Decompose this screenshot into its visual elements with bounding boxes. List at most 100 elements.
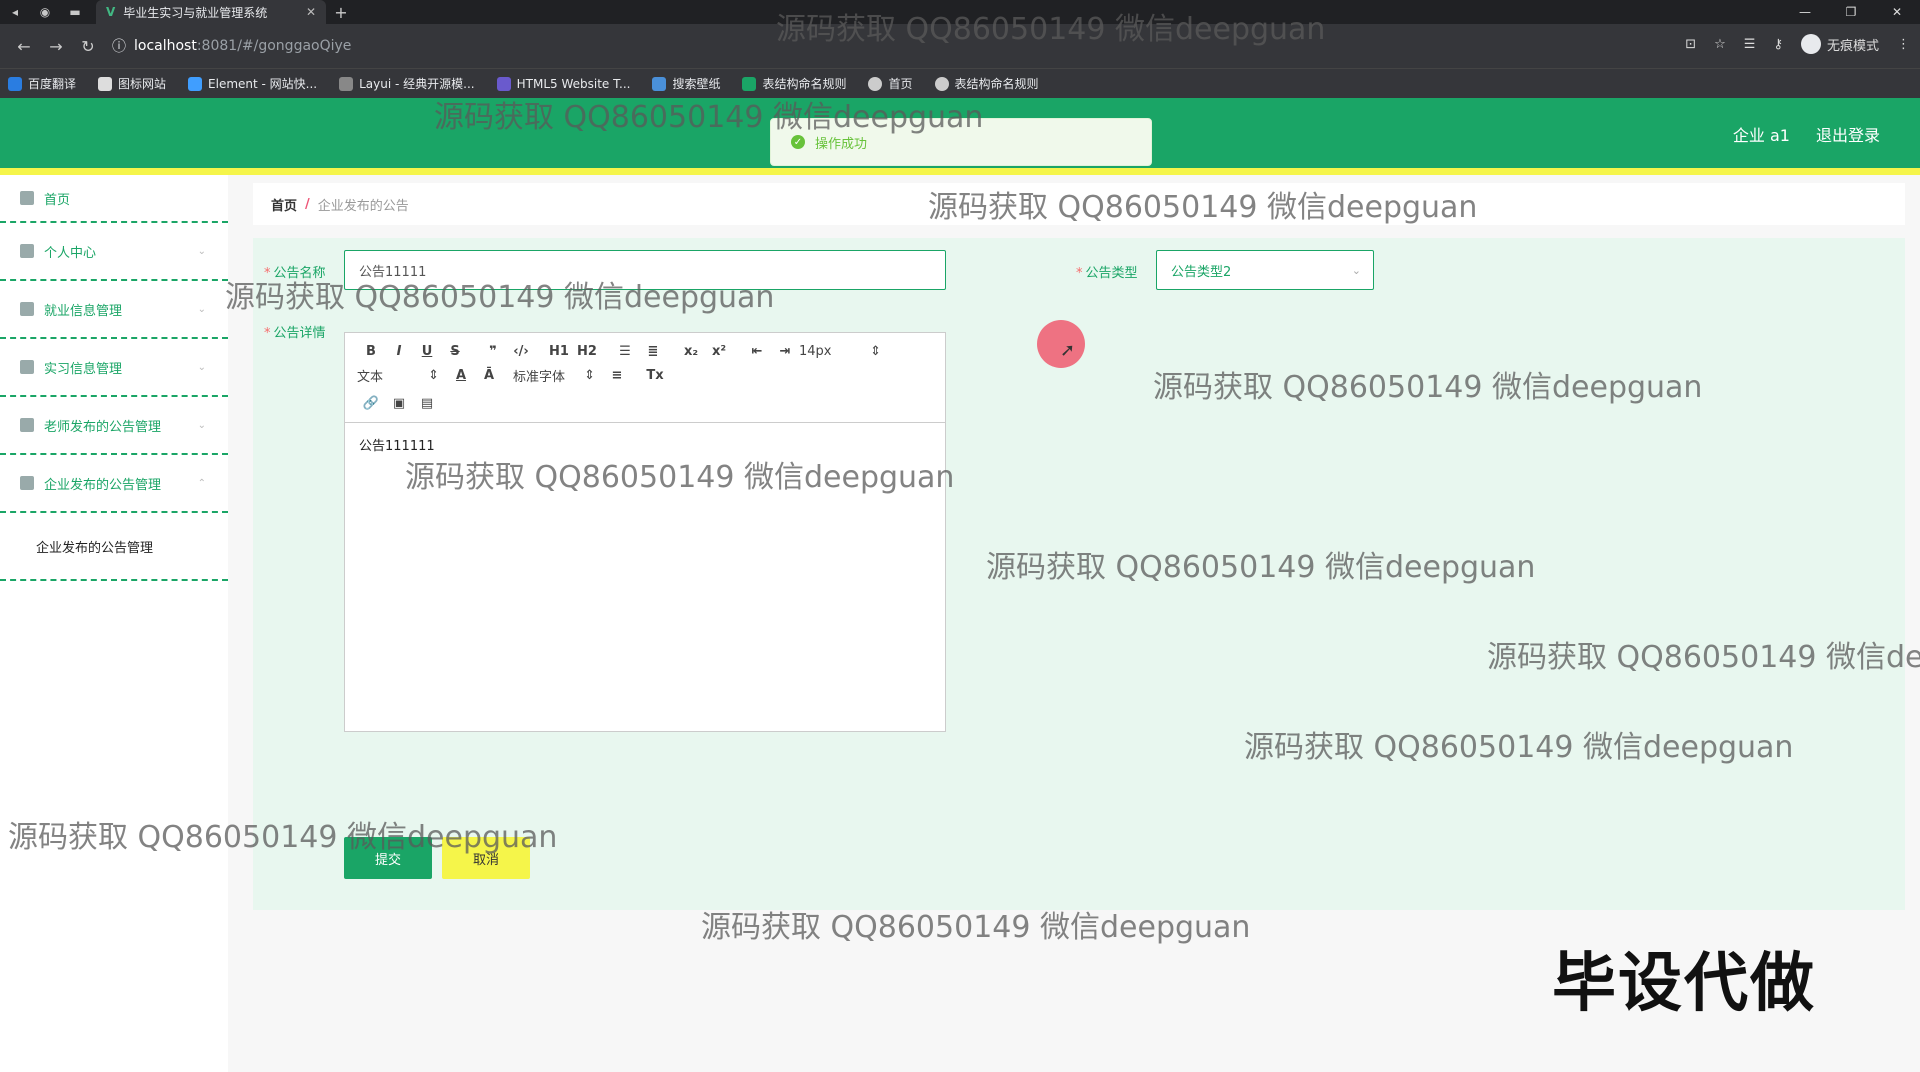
incognito-icon bbox=[1800, 34, 1821, 54]
translate-icon[interactable]: ⊡ bbox=[1685, 37, 1696, 52]
font-family-select[interactable]: 标准字体 ⇕ bbox=[513, 365, 603, 385]
bookmark-item[interactable]: 表结构命名规则 bbox=[934, 75, 1039, 92]
link-icon[interactable]: 🔗 bbox=[357, 393, 385, 413]
strikethrough-icon[interactable]: S bbox=[441, 341, 469, 361]
chevron-down-icon: ⌄ bbox=[197, 361, 206, 373]
underline-icon[interactable]: U bbox=[413, 341, 441, 361]
outdent-icon[interactable]: ⇤ bbox=[743, 341, 771, 361]
sheet-bookmark-icon bbox=[742, 76, 757, 91]
element-bookmark-icon bbox=[188, 76, 203, 91]
notice-detail-label: * 公告详情 bbox=[264, 326, 326, 341]
header-divider bbox=[0, 168, 1920, 175]
watermark-text: 源码获取 QQ86050149 微信deepguan bbox=[434, 100, 984, 135]
sidebar-item-internship[interactable]: 实习信息管理 ⌄ bbox=[0, 339, 228, 397]
sidebar-item-teacher-notices[interactable]: 老师发布的公告管理 ⌄ bbox=[0, 397, 228, 455]
big-tag-text: 毕设代做 bbox=[1552, 947, 1816, 1021]
block-format-select[interactable]: 文本 ⇕ bbox=[357, 365, 447, 385]
background-color-icon[interactable]: Ā bbox=[475, 365, 503, 385]
url-field[interactable]: ⓘ localhost:8081/#/gonggaoQiye bbox=[112, 36, 351, 56]
sidebar-item-home[interactable]: 首页 bbox=[0, 175, 228, 223]
editor-toolbar: B I U S ❞ ‹/› H1 H2 ☰ ≣ x₂ x² ⇤ ⇥ 14px ⇕ … bbox=[345, 333, 945, 423]
align-icon[interactable]: ≡ bbox=[603, 365, 631, 385]
ordered-list-icon[interactable]: ☰ bbox=[611, 341, 639, 361]
watermark-text: 源码获取 QQ86050149 微信dee bbox=[1487, 640, 1920, 675]
bookmark-item[interactable]: 搜索壁纸 bbox=[652, 75, 720, 92]
watermark-text: 源码获取 QQ86050149 微信deepguan bbox=[701, 910, 1251, 945]
minimize-icon[interactable]: — bbox=[1782, 0, 1828, 24]
sidebar-item-company-notices[interactable]: 企业发布的公告管理 ⌃ bbox=[0, 455, 228, 513]
restore-icon[interactable]: ❐ bbox=[1828, 0, 1874, 24]
rich-text-editor: B I U S ❞ ‹/› H1 H2 ☰ ≣ x₂ x² ⇤ ⇥ 14px ⇕ … bbox=[344, 332, 946, 732]
image-icon[interactable]: ▣ bbox=[385, 393, 413, 413]
chevron-down-icon: ⌄ bbox=[1351, 263, 1361, 277]
chevron-down-icon: ⌄ bbox=[197, 419, 206, 431]
layui-bookmark-icon bbox=[339, 76, 354, 91]
close-window-icon[interactable]: ✕ bbox=[1874, 0, 1920, 24]
watermark-text: 源码获取 QQ86050149 微信deepguan bbox=[405, 460, 955, 495]
incognito-indicator[interactable]: 无痕模式 bbox=[1800, 34, 1879, 54]
watermark-text: 源码获取 QQ86050149 微信deepguan bbox=[1153, 370, 1703, 405]
cursor-pointer-icon: ➚ bbox=[1060, 340, 1076, 361]
info-icon[interactable]: ⓘ bbox=[112, 36, 126, 56]
audio-icon[interactable]: ◂ bbox=[0, 0, 30, 24]
sidebar: 首页 个人中心 ⌄ 就业信息管理 ⌄ 实习信息管理 ⌄ 老师发布的公告管理 ⌄ … bbox=[0, 175, 228, 1072]
watermark-text: 源码获取 QQ86050149 微信deepguan bbox=[1244, 730, 1794, 765]
code-icon[interactable]: ‹/› bbox=[507, 341, 535, 361]
notice-type-label: * 公告类型 bbox=[1076, 266, 1138, 281]
reload-icon[interactable]: ↻ bbox=[72, 37, 104, 56]
browser-tab[interactable]: V 毕业生实习与就业管理系统 ✕ bbox=[96, 0, 326, 24]
superscript-icon[interactable]: x² bbox=[705, 341, 733, 361]
star-icon[interactable]: ☆ bbox=[1714, 37, 1726, 52]
close-tab-icon[interactable]: ✕ bbox=[306, 5, 316, 19]
more-icon[interactable]: ⋮ bbox=[1897, 37, 1910, 52]
chevron-down-icon: ⌄ bbox=[197, 303, 206, 315]
html5-bookmark-icon bbox=[496, 76, 511, 91]
bookmark-item[interactable]: Layui - 经典开源模... bbox=[339, 75, 475, 92]
bookmark-item[interactable]: 首页 bbox=[868, 75, 913, 92]
heading2-button[interactable]: H2 bbox=[573, 341, 601, 361]
logout-link[interactable]: 退出登录 bbox=[1816, 122, 1880, 146]
watermark-text: 源码获取 QQ86050149 微信deepguan bbox=[225, 280, 775, 315]
incognito-label: 无痕模式 bbox=[1826, 38, 1879, 54]
notice-type-select[interactable]: 公告类型2 ⌄ bbox=[1156, 250, 1374, 290]
mail-icon bbox=[20, 418, 34, 432]
clear-format-icon[interactable]: Tx bbox=[641, 365, 669, 385]
reading-list-icon[interactable]: ☰ bbox=[1744, 37, 1756, 52]
wallpaper-bookmark-icon bbox=[652, 76, 667, 91]
indent-icon[interactable]: ⇥ bbox=[771, 341, 799, 361]
bell-off-icon bbox=[20, 360, 34, 374]
clipboard-icon bbox=[20, 302, 34, 316]
home-icon bbox=[20, 191, 34, 205]
translate-bookmark-icon bbox=[8, 76, 22, 91]
heading1-button[interactable]: H1 bbox=[545, 341, 573, 361]
chevron-up-icon: ⌃ bbox=[197, 477, 206, 489]
new-tab-icon[interactable]: + bbox=[326, 3, 356, 22]
sidebar-item-profile[interactable]: 个人中心 ⌄ bbox=[0, 223, 228, 281]
globe-icon[interactable]: ◉ bbox=[30, 0, 60, 24]
video-icon[interactable]: ▤ bbox=[413, 393, 441, 413]
bullet-list-icon[interactable]: ≣ bbox=[639, 341, 667, 361]
subscript-icon[interactable]: x₂ bbox=[677, 341, 705, 361]
bookmark-item[interactable]: 图标网站 bbox=[98, 75, 166, 92]
key-icon[interactable]: ⚷ bbox=[1773, 37, 1783, 52]
bookmark-item[interactable]: Element - 网站快... bbox=[188, 75, 317, 92]
sidebar-item-employment[interactable]: 就业信息管理 ⌄ bbox=[0, 281, 228, 339]
bookmark-item[interactable]: HTML5 Website T... bbox=[496, 76, 630, 91]
breadcrumb-home[interactable]: 首页 bbox=[271, 195, 297, 214]
font-size-select[interactable]: 14px ⇕ bbox=[799, 341, 889, 361]
watermark-text: 源码获取 QQ86050149 微信deepguan bbox=[986, 550, 1536, 585]
bold-icon[interactable]: B bbox=[357, 341, 385, 361]
window-icon[interactable]: ▬ bbox=[60, 0, 90, 24]
font-color-icon[interactable]: A bbox=[447, 365, 475, 385]
bookmark-item[interactable]: 百度翻译 bbox=[8, 75, 76, 92]
bookmark-item[interactable]: 表结构命名规则 bbox=[742, 75, 846, 92]
quote-icon[interactable]: ❞ bbox=[479, 341, 507, 361]
user-icon bbox=[20, 244, 34, 258]
user-label[interactable]: 企业 a1 bbox=[1733, 122, 1790, 146]
forward-icon[interactable]: → bbox=[40, 37, 72, 56]
url-host: localhost bbox=[134, 38, 197, 54]
sidebar-subitem-company-notices[interactable]: 企业发布的公告管理 bbox=[0, 513, 228, 581]
breadcrumb-current: 企业发布的公告 bbox=[317, 198, 409, 214]
back-icon[interactable]: ← bbox=[8, 37, 40, 56]
italic-icon[interactable]: I bbox=[385, 341, 413, 361]
